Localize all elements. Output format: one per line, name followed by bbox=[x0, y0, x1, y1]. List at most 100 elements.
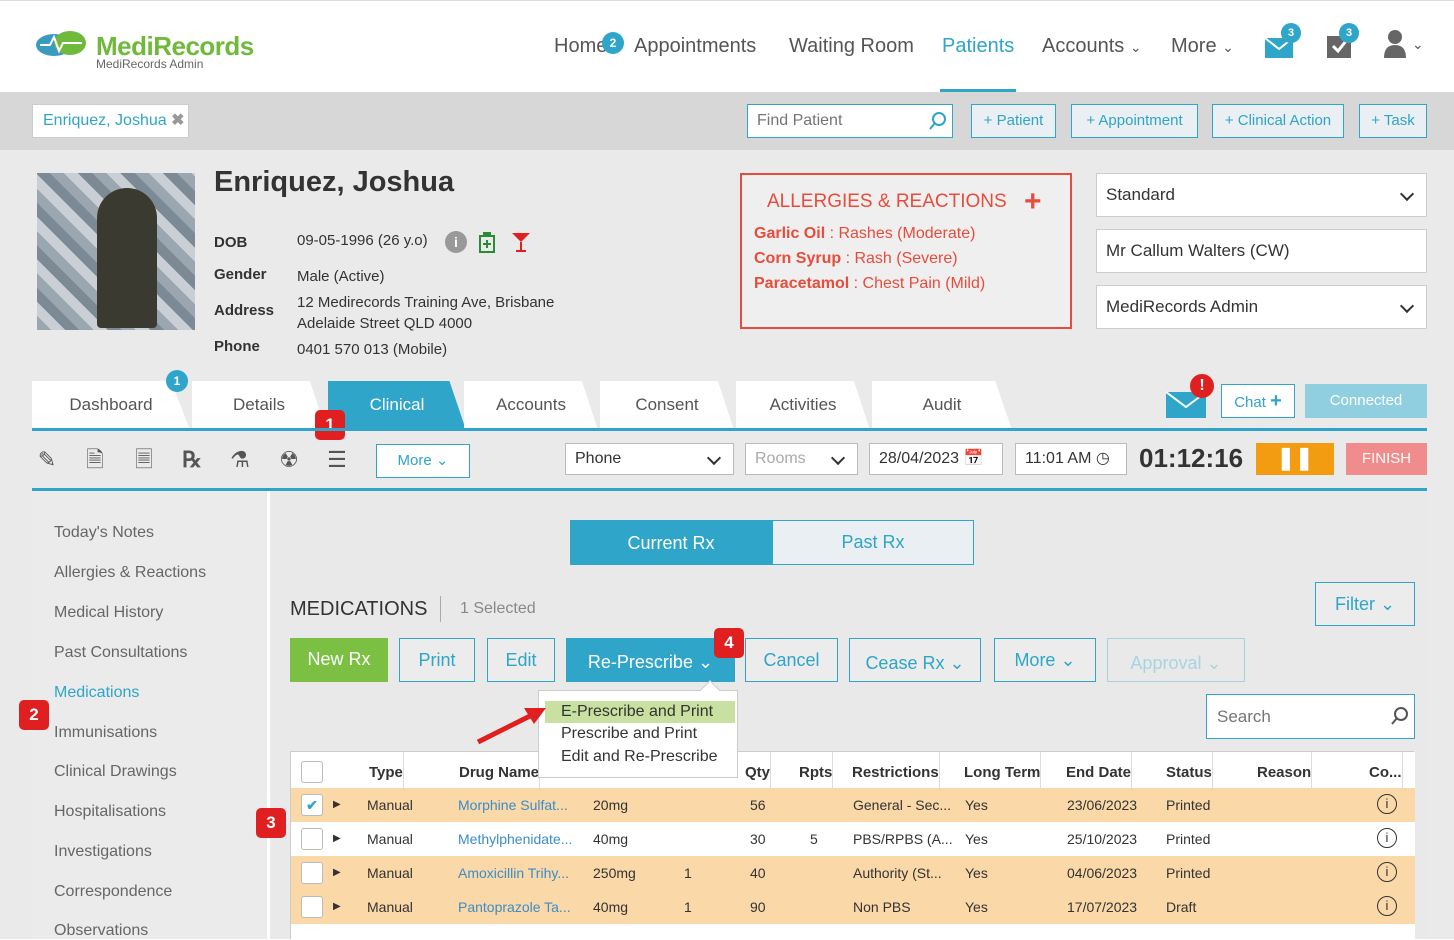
sidebar-item-medications[interactable]: Medications bbox=[54, 684, 139, 702]
col-rpts[interactable]: Rpts bbox=[799, 752, 834, 789]
row-checkbox[interactable] bbox=[301, 862, 323, 884]
cell-drug-name[interactable]: Methylphenidate... bbox=[458, 822, 572, 856]
sidebar-item-allergies[interactable]: Allergies & Reactions bbox=[54, 564, 206, 582]
row-checkbox[interactable] bbox=[301, 828, 323, 850]
tab-clinical[interactable]: Clinical bbox=[328, 381, 466, 430]
open-patient-tag[interactable]: Enriquez, Joshua ✖ bbox=[32, 104, 189, 138]
nav-accounts[interactable]: Accounts ⌄ bbox=[1042, 35, 1142, 58]
search-icon[interactable] bbox=[1390, 706, 1410, 726]
table-row[interactable]: ▶ Manual Amoxicillin Trihy... 250mg 1 40… bbox=[291, 856, 1415, 890]
tab-consent[interactable]: Consent bbox=[600, 381, 734, 430]
sidebar-item-observations[interactable]: Observations bbox=[54, 922, 148, 940]
notes-icon[interactable]: ✎ bbox=[34, 447, 60, 473]
prescription-icon[interactable]: ℞ bbox=[179, 447, 205, 473]
sidebar-item-medical-history[interactable]: Medical History bbox=[54, 604, 163, 622]
cell-drug-name[interactable]: Morphine Sulfat... bbox=[458, 788, 568, 822]
tab-activities[interactable]: Activities bbox=[736, 381, 870, 430]
info-icon[interactable]: i bbox=[445, 231, 467, 253]
consult-mode-select[interactable]: Phone bbox=[565, 443, 734, 475]
radiology-icon[interactable]: ☢ bbox=[276, 447, 302, 473]
sidebar-item-correspondence[interactable]: Correspondence bbox=[54, 883, 172, 901]
past-rx-toggle[interactable]: Past Rx bbox=[772, 520, 974, 565]
select-all-checkbox[interactable] bbox=[301, 761, 323, 783]
calendar-icon[interactable]: 📅 bbox=[964, 450, 984, 467]
current-rx-toggle[interactable]: Current Rx bbox=[570, 520, 772, 565]
lab-flask-icon[interactable]: ⚗ bbox=[227, 447, 253, 473]
info-circle-icon[interactable]: i bbox=[1377, 862, 1397, 882]
nav-appointments[interactable]: Appointments bbox=[634, 35, 756, 58]
sidebar-item-hospitalisations[interactable]: Hospitalisations bbox=[54, 803, 166, 821]
practice-select[interactable]: MediRecords Admin bbox=[1096, 285, 1427, 329]
menu-item-prescribe-print[interactable]: Prescribe and Print bbox=[561, 725, 697, 743]
clock-icon[interactable]: ◷ bbox=[1096, 450, 1110, 467]
report-icon[interactable]: 🗏 bbox=[131, 447, 157, 473]
pause-button[interactable]: ❚❚ bbox=[1256, 443, 1334, 475]
tab-accounts[interactable]: Accounts bbox=[464, 381, 598, 430]
nav-waiting-room[interactable]: Waiting Room bbox=[789, 35, 914, 58]
col-comments[interactable]: Co... bbox=[1369, 752, 1403, 789]
col-restrictions[interactable]: Restrictions bbox=[852, 752, 940, 789]
finish-button[interactable]: FINISH bbox=[1346, 443, 1427, 475]
print-button[interactable]: Print bbox=[399, 638, 475, 682]
more-button[interactable]: More ⌄ bbox=[994, 638, 1096, 682]
table-row[interactable]: ✔ ▶ Manual Morphine Sulfat... 20mg 56 Ge… bbox=[291, 788, 1415, 822]
row-checkbox[interactable] bbox=[301, 896, 323, 918]
info-circle-icon[interactable]: i bbox=[1377, 896, 1397, 916]
add-clinical-action-button[interactable]: + Clinical Action bbox=[1212, 104, 1344, 138]
practitioner-field[interactable]: Mr Callum Walters (CW) bbox=[1096, 229, 1427, 273]
sidebar-item-investigations[interactable]: Investigations bbox=[54, 843, 152, 861]
nav-home[interactable]: Home bbox=[554, 35, 607, 58]
menu-item-eprescribe-print[interactable]: E-Prescribe and Print bbox=[561, 703, 713, 721]
row-checkbox-checked[interactable]: ✔ bbox=[301, 794, 323, 816]
info-circle-icon[interactable]: i bbox=[1377, 828, 1397, 848]
table-row[interactable]: ▶ Manual Methylphenidate... 40mg 30 5 PB… bbox=[291, 822, 1415, 856]
time-field[interactable]: 11:01 AM ◷ bbox=[1015, 443, 1127, 475]
expand-triangle-icon[interactable]: ▶ bbox=[333, 856, 341, 890]
expand-triangle-icon[interactable]: ▶ bbox=[333, 822, 341, 856]
layers-icon[interactable]: ☰ bbox=[324, 447, 350, 473]
col-status[interactable]: Status bbox=[1166, 752, 1213, 789]
rooms-select[interactable]: Rooms bbox=[745, 443, 858, 475]
col-drug-name[interactable]: Drug Name bbox=[459, 752, 541, 789]
sidebar-item-clinical-drawings[interactable]: Clinical Drawings bbox=[54, 763, 177, 781]
approval-button[interactable]: Approval ⌄ bbox=[1107, 638, 1245, 682]
expand-triangle-icon[interactable]: ▶ bbox=[333, 890, 341, 924]
col-reason[interactable]: Reason bbox=[1257, 752, 1313, 789]
chevron-down-icon[interactable]: ⌄ bbox=[1412, 36, 1424, 53]
filter-button[interactable]: Filter ⌄ bbox=[1315, 582, 1415, 626]
menu-item-edit-represcribe[interactable]: Edit and Re-Prescribe bbox=[561, 748, 718, 766]
tab-details[interactable]: Details bbox=[192, 381, 326, 430]
col-type[interactable]: Type bbox=[369, 752, 404, 789]
cease-rx-button[interactable]: Cease Rx ⌄ bbox=[849, 638, 981, 682]
find-patient-input[interactable] bbox=[747, 104, 953, 138]
user-avatar-icon[interactable] bbox=[1382, 28, 1410, 60]
info-circle-icon[interactable]: i bbox=[1377, 794, 1397, 814]
expand-triangle-icon[interactable]: ▶ bbox=[333, 788, 341, 822]
new-rx-button[interactable]: New Rx bbox=[290, 638, 388, 682]
chat-button[interactable]: Chat + bbox=[1221, 384, 1295, 418]
table-row[interactable]: ▶ Manual Pantoprazole Ta... 40mg 1 90 No… bbox=[291, 890, 1415, 924]
toolbar-more-button[interactable]: More ⌄ bbox=[376, 444, 470, 478]
sidebar-item-immunisations[interactable]: Immunisations bbox=[54, 724, 157, 742]
edit-button[interactable]: Edit bbox=[487, 638, 555, 682]
search-icon[interactable] bbox=[928, 111, 948, 131]
appointment-type-select[interactable]: Standard bbox=[1096, 173, 1427, 217]
cancel-button[interactable]: Cancel bbox=[745, 638, 838, 682]
add-allergy-icon[interactable]: + bbox=[1024, 185, 1042, 219]
sidebar-item-past-consultations[interactable]: Past Consultations bbox=[54, 644, 187, 662]
cell-drug-name[interactable]: Pantoprazole Ta... bbox=[458, 890, 571, 924]
nav-more[interactable]: More ⌄ bbox=[1171, 35, 1234, 58]
add-appointment-button[interactable]: + Appointment bbox=[1071, 104, 1198, 138]
col-qty[interactable]: Qty bbox=[745, 752, 772, 789]
add-task-button[interactable]: + Task bbox=[1359, 104, 1427, 138]
nav-patients[interactable]: Patients bbox=[942, 35, 1014, 58]
document-search-icon[interactable]: 🗎 bbox=[82, 447, 108, 473]
tab-dashboard[interactable]: Dashboard bbox=[32, 381, 190, 430]
alcohol-icon[interactable] bbox=[510, 230, 532, 254]
col-end-date[interactable]: End Date bbox=[1066, 752, 1133, 789]
represcribe-button[interactable]: Re-Prescribe ⌄ bbox=[566, 638, 735, 682]
medications-search-input[interactable] bbox=[1206, 694, 1415, 739]
close-icon[interactable]: ✖ bbox=[171, 112, 184, 129]
cell-drug-name[interactable]: Amoxicillin Trihy... bbox=[458, 856, 569, 890]
tab-audit[interactable]: Audit bbox=[872, 381, 1012, 430]
